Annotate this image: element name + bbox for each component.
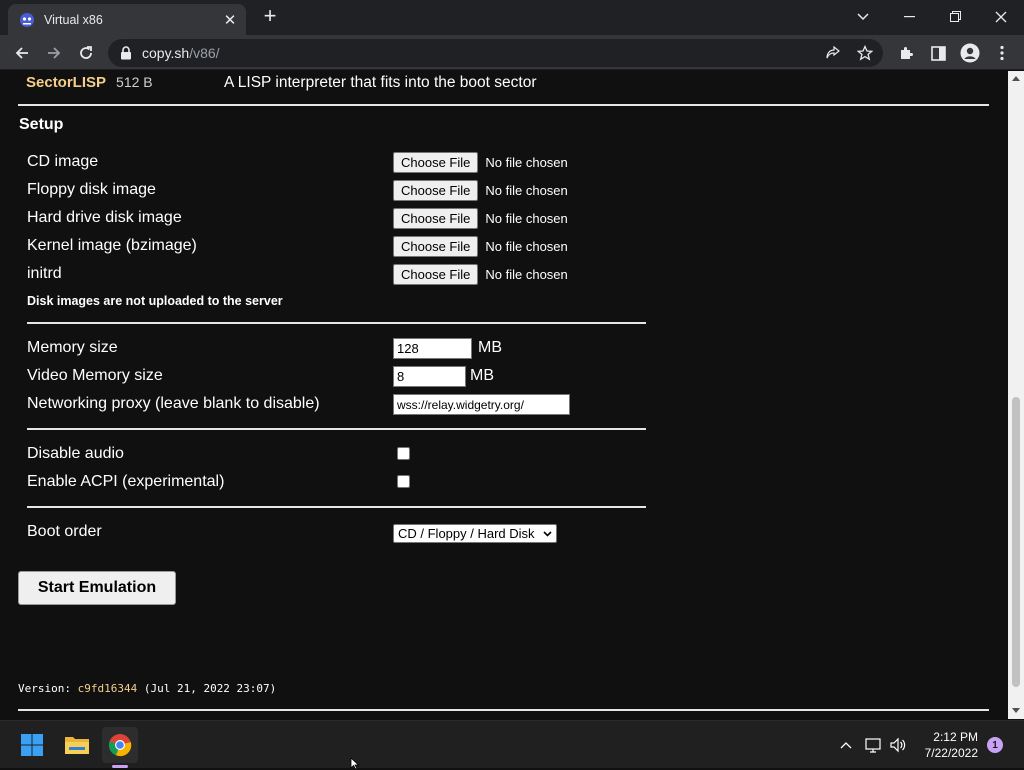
boot-order-value: CD / Floppy / Hard Disk [398, 526, 535, 541]
clock-time: 2:12 PM [933, 730, 978, 744]
setup-heading: Setup [19, 116, 64, 133]
file-status: No file chosen [485, 182, 568, 198]
restore-icon[interactable] [932, 0, 978, 33]
divider [27, 506, 646, 508]
tab-search-icon[interactable] [840, 0, 886, 33]
hard-drive-image-file-input[interactable]: Choose File No file chosen [393, 207, 568, 229]
choose-file-button[interactable]: Choose File [393, 179, 479, 201]
hard-drive-image-label: Hard drive disk image [27, 209, 182, 226]
os-entry[interactable]: SectorLISP 512 B [26, 74, 153, 94]
windows-start-icon[interactable] [14, 727, 50, 763]
clock-date: 7/22/2022 [924, 746, 978, 760]
file-status: No file chosen [485, 154, 568, 170]
memory-unit: MB [478, 339, 502, 356]
cd-image-label: CD image [27, 153, 99, 170]
version-info: Version: c9fd16344 (Jul 21, 2022 23:07) [18, 682, 277, 695]
version-hash-link[interactable]: c9fd16344 [78, 682, 138, 695]
choose-file-button[interactable]: Choose File [393, 207, 479, 229]
scrollbar-thumb[interactable] [1012, 397, 1020, 687]
back-icon[interactable] [9, 40, 35, 66]
initrd-file-input[interactable]: Choose File No file chosen [393, 263, 568, 285]
chevron-up-icon[interactable] [836, 735, 856, 755]
video-memory-unit: MB [470, 367, 494, 384]
file-status: No file chosen [485, 238, 568, 254]
proxy-input[interactable] [393, 394, 570, 415]
file-status: No file chosen [485, 210, 568, 226]
disable-audio-label: Disable audio [27, 445, 124, 462]
file-explorer-icon[interactable] [59, 727, 95, 763]
cd-image-file-input[interactable]: Choose File No file chosen [393, 151, 568, 173]
kernel-image-file-input[interactable]: Choose File No file chosen [393, 235, 568, 257]
bookmark-star-icon[interactable] [856, 44, 874, 62]
volume-icon[interactable] [888, 735, 908, 755]
scroll-down-icon[interactable] [1012, 708, 1020, 713]
divider [18, 104, 989, 106]
boot-order-select[interactable]: CD / Floppy / Hard Disk [393, 524, 557, 543]
side-panel-icon[interactable] [925, 40, 951, 66]
tab-title: Virtual x86 [44, 12, 103, 27]
boot-order-label: Boot order [27, 523, 102, 540]
video-memory-label: Video Memory size [27, 367, 163, 384]
scroll-up-icon[interactable] [1012, 76, 1020, 81]
os-name-link[interactable]: SectorLISP [26, 74, 106, 91]
lock-icon[interactable] [120, 46, 132, 60]
v86-favicon-icon [20, 12, 34, 27]
close-window-icon[interactable] [978, 0, 1024, 33]
choose-file-button[interactable]: Choose File [393, 263, 479, 285]
windows-taskbar: 2:12 PM 7/22/2022 1 [0, 720, 1024, 768]
reload-icon[interactable] [73, 40, 99, 66]
divider [27, 322, 646, 324]
chrome-taskbar-icon[interactable] [102, 727, 138, 763]
memory-size-label: Memory size [27, 339, 118, 356]
page-scrollbar[interactable] [1008, 71, 1024, 719]
divider [27, 428, 646, 430]
initrd-label: initrd [27, 265, 62, 282]
extensions-icon[interactable] [893, 40, 919, 66]
choose-file-button[interactable]: Choose File [393, 151, 479, 173]
browser-toolbar: copy.sh/v86/ [0, 35, 1024, 70]
file-status: No file chosen [485, 266, 568, 282]
browser-tabstrip: Virtual x86 ✕ + [0, 0, 1024, 35]
divider [18, 709, 989, 711]
floppy-image-file-input[interactable]: Choose File No file chosen [393, 179, 568, 201]
forward-icon[interactable] [41, 40, 67, 66]
disable-audio-checkbox[interactable] [397, 447, 410, 460]
share-icon[interactable] [824, 44, 842, 62]
url-text: copy.sh/v86/ [142, 45, 220, 61]
video-memory-input[interactable] [393, 366, 466, 387]
taskbar-clock[interactable]: 2:12 PM 7/22/2022 [910, 729, 978, 761]
proxy-label: Networking proxy (leave blank to disable… [27, 395, 320, 412]
profile-avatar-icon[interactable] [957, 40, 983, 66]
os-description: A LISP interpreter that fits into the bo… [224, 74, 537, 91]
memory-size-input[interactable] [393, 338, 472, 359]
floppy-image-label: Floppy disk image [27, 181, 156, 198]
enable-acpi-checkbox[interactable] [397, 475, 410, 488]
browser-tab[interactable]: Virtual x86 ✕ [8, 4, 246, 35]
notification-badge[interactable]: 1 [987, 737, 1003, 753]
upload-note: Disk images are not uploaded to the serv… [27, 294, 283, 308]
start-emulation-button[interactable]: Start Emulation [18, 571, 176, 605]
kernel-image-label: Kernel image (bzimage) [27, 237, 197, 254]
new-tab-icon[interactable]: + [260, 5, 280, 27]
choose-file-button[interactable]: Choose File [393, 235, 479, 257]
os-size: 512 B [116, 74, 153, 90]
page-content: SectorLISP 512 B A LISP interpreter that… [0, 71, 1008, 719]
minimize-icon[interactable] [886, 0, 932, 33]
network-icon[interactable] [864, 735, 884, 755]
menu-kebab-icon[interactable] [989, 40, 1015, 66]
chevron-down-icon [543, 530, 552, 537]
mouse-cursor-icon [350, 758, 360, 770]
close-tab-icon[interactable]: ✕ [222, 12, 238, 29]
enable-acpi-label: Enable ACPI (experimental) [27, 473, 225, 490]
address-bar[interactable]: copy.sh/v86/ [108, 39, 883, 67]
